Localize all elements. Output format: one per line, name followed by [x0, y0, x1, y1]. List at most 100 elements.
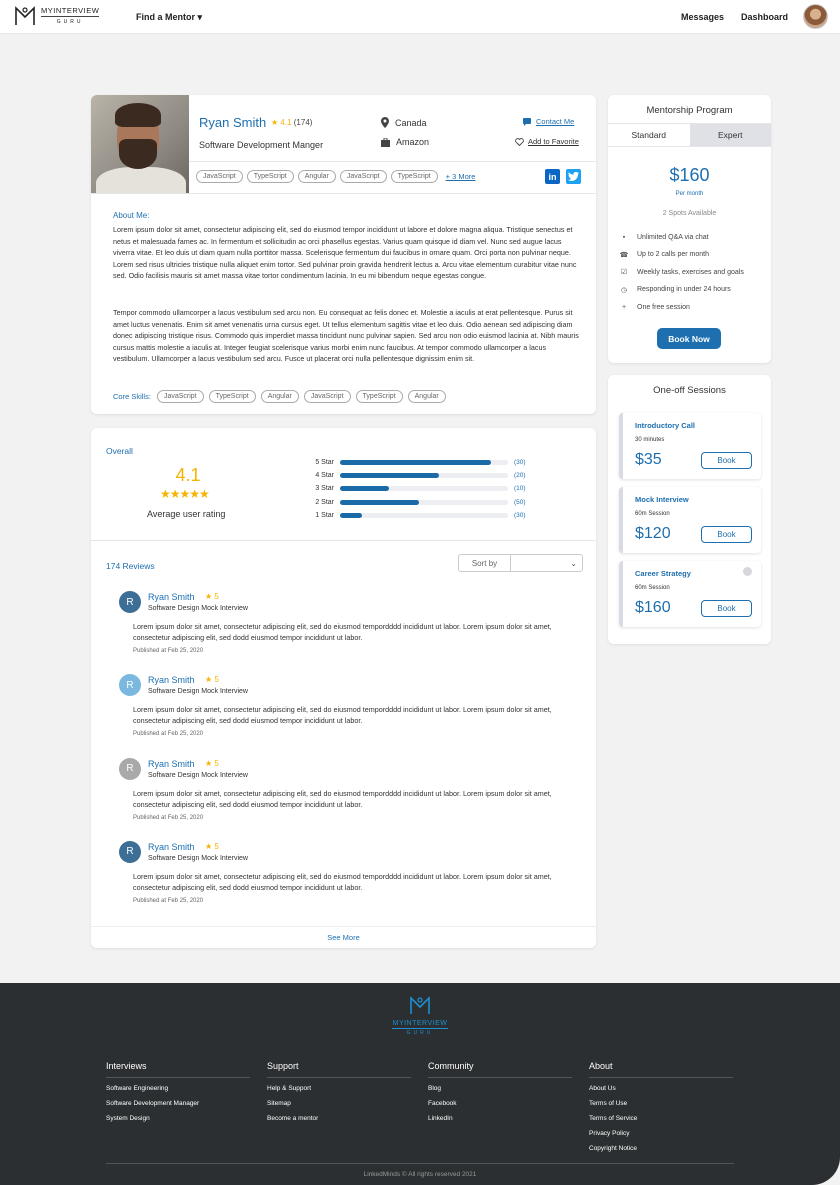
info-icon[interactable] [743, 567, 752, 576]
review-stars: ★ 5 [205, 758, 219, 768]
twitter-icon[interactable] [566, 169, 581, 184]
footer-link[interactable]: Copyright Notice [589, 1145, 733, 1153]
rating-bar-track [340, 460, 508, 465]
tab-expert[interactable]: Expert [689, 124, 771, 146]
review-session: Software Design Mock Interview [148, 688, 248, 696]
chat-icon: ▪ [622, 233, 626, 241]
program-title: Mentorship Program [646, 105, 733, 116]
contact-me-label: Contact Me [536, 117, 575, 126]
core-skill-tag[interactable]: TypeScript [355, 390, 403, 403]
add-to-favorite-label: Add to Favorite [528, 137, 579, 146]
add-to-favorite-link[interactable]: Add to Favorite [515, 137, 579, 146]
rating-bar-count: (50) [514, 498, 526, 506]
footer-link[interactable]: Facebook [428, 1100, 572, 1108]
plan-tabs: Standard Expert [608, 123, 771, 146]
rating-bar-track [340, 512, 508, 518]
checkbox-icon: ☑ [620, 269, 628, 276]
footer-link[interactable]: Terms of Service [589, 1115, 733, 1123]
book-now-button[interactable]: Book Now [657, 328, 721, 349]
footer-link[interactable]: Software Development Manager [106, 1100, 250, 1108]
chat-icon [523, 117, 531, 126]
rating-bar-track [340, 486, 508, 492]
session-name: Introductory Call [635, 421, 696, 430]
reviewer-name[interactable]: Ryan Smith [148, 675, 195, 685]
footer-link[interactable]: Help & Support [267, 1085, 411, 1093]
rating-bar-row: 2 Star (50) [300, 498, 526, 506]
footer-column: Support Help & Support Sitemap Become a men… [267, 1061, 411, 1123]
rating-bar-label: 1 Star [315, 511, 334, 519]
rating-bar-row: 3 Star (10) [300, 485, 525, 492]
footer-logo-subtext: GURU [392, 1028, 448, 1036]
rating-bar-label: 4 Star [315, 472, 334, 480]
skill-tag[interactable]: TypeScript [246, 170, 294, 183]
footer-column: About About Us Terms of Use Terms of Servic… [589, 1061, 733, 1153]
footer-link[interactable]: Sitemap [267, 1100, 411, 1108]
briefcase-icon [381, 137, 390, 147]
review-session: Software Design Mock Interview [148, 854, 248, 862]
skill-tag[interactable]: JavaScript [339, 170, 387, 183]
session-duration: 30 minutes [635, 437, 665, 443]
review-body: Lorem ipsum dolor sit amet, consectetur … [133, 705, 552, 726]
book-session-button[interactable]: Book [701, 600, 752, 617]
review-body: Lorem ipsum dolor sit amet, consectetur … [133, 788, 552, 809]
company-text: Amazon [396, 137, 430, 147]
session-price: $120 [635, 525, 671, 542]
core-skill-tag[interactable]: JavaScript [303, 390, 351, 403]
star-rating-icon: ★★★★★ [160, 487, 210, 501]
about-paragraph: Tempor commodo ullamcorper a lacus vesti… [113, 308, 579, 364]
core-skill-tag[interactable]: JavaScript [156, 390, 204, 403]
contact-me-link[interactable]: Contact Me [523, 117, 574, 126]
session-card: Career Strategy 60m Session $160 Book [619, 561, 761, 627]
star-icon: ★ [271, 118, 279, 127]
session-card: Mock Interview 60m Session $120 Book [619, 487, 761, 553]
core-skill-tag[interactable]: Angular [260, 390, 299, 403]
footer-link[interactable]: About Us [589, 1085, 733, 1093]
skill-tag[interactable]: TypeScript [390, 170, 438, 183]
tab-standard[interactable]: Standard [608, 124, 690, 146]
program-feature: ◷ Responding in under 24 hours [620, 286, 731, 294]
footer-logo[interactable]: MYINTERVIEW GURU [392, 995, 448, 1036]
find-mentor-menu[interactable]: Find a Mentor ▾ [136, 12, 202, 23]
linkedin-icon[interactable]: in [545, 169, 560, 184]
more-skills-link[interactable]: + 3 More [446, 172, 476, 181]
average-rating-label: Average user rating [147, 509, 226, 519]
rating-count: (174) [293, 118, 313, 127]
rating-bar-row: 4 Star (20) [300, 472, 525, 480]
messages-link[interactable]: Messages [681, 12, 724, 22]
footer-link[interactable]: Software Engineering [106, 1085, 250, 1093]
footer-link[interactable]: System Design [106, 1115, 250, 1123]
footer-heading: About [589, 1061, 733, 1078]
reviewer-name[interactable]: Ryan Smith [148, 592, 195, 602]
core-skill-tag[interactable]: Angular [407, 390, 446, 403]
footer-link[interactable]: LinkedIn [428, 1115, 572, 1123]
book-session-button[interactable]: Book [701, 526, 752, 543]
review-body: Lorem ipsum dolor sit amet, consectetur … [133, 622, 552, 642]
skill-tag[interactable]: JavaScript [196, 170, 243, 183]
dashboard-link[interactable]: Dashboard [741, 12, 788, 22]
footer-link[interactable]: Become a mentor [267, 1115, 411, 1123]
see-more-link[interactable]: See More [91, 926, 596, 948]
site-logo[interactable]: MYINTERVIEW GURU [14, 5, 100, 27]
program-period: Per month [675, 191, 704, 197]
footer-link[interactable]: Blog [428, 1085, 572, 1093]
review-count: 174 Reviews [106, 561, 155, 571]
reviewer-name[interactable]: Ryan Smith [148, 842, 195, 852]
skill-tag[interactable]: Angular [297, 170, 336, 183]
review-body: Lorem ipsum dolor sit amet, consectetur … [133, 871, 552, 892]
footer-heading: Community [428, 1061, 572, 1078]
footer-link[interactable]: Terms of Use [589, 1100, 733, 1108]
review-stars: ★ 5 [205, 675, 219, 685]
sort-by-select[interactable]: Sort by ⌄ [458, 554, 583, 572]
about-heading: About Me: [113, 211, 150, 220]
social-links: in [545, 169, 581, 184]
core-skill-tag[interactable]: TypeScript [208, 390, 256, 403]
book-session-button[interactable]: Book [701, 452, 752, 469]
footer-logo-text: MYINTERVIEW [392, 1020, 448, 1027]
reviewer-name[interactable]: Ryan Smith [148, 759, 195, 769]
footer-link[interactable]: Privacy Policy [589, 1130, 733, 1138]
core-skills: Core Skills: JavaScript TypeScript Angul… [113, 390, 446, 403]
skill-tags: JavaScript TypeScript Angular JavaScript… [196, 170, 475, 183]
user-avatar[interactable] [803, 4, 828, 29]
review-date: Published at Feb 25, 2020 [133, 648, 204, 654]
reviewer-avatar: R [119, 840, 141, 863]
